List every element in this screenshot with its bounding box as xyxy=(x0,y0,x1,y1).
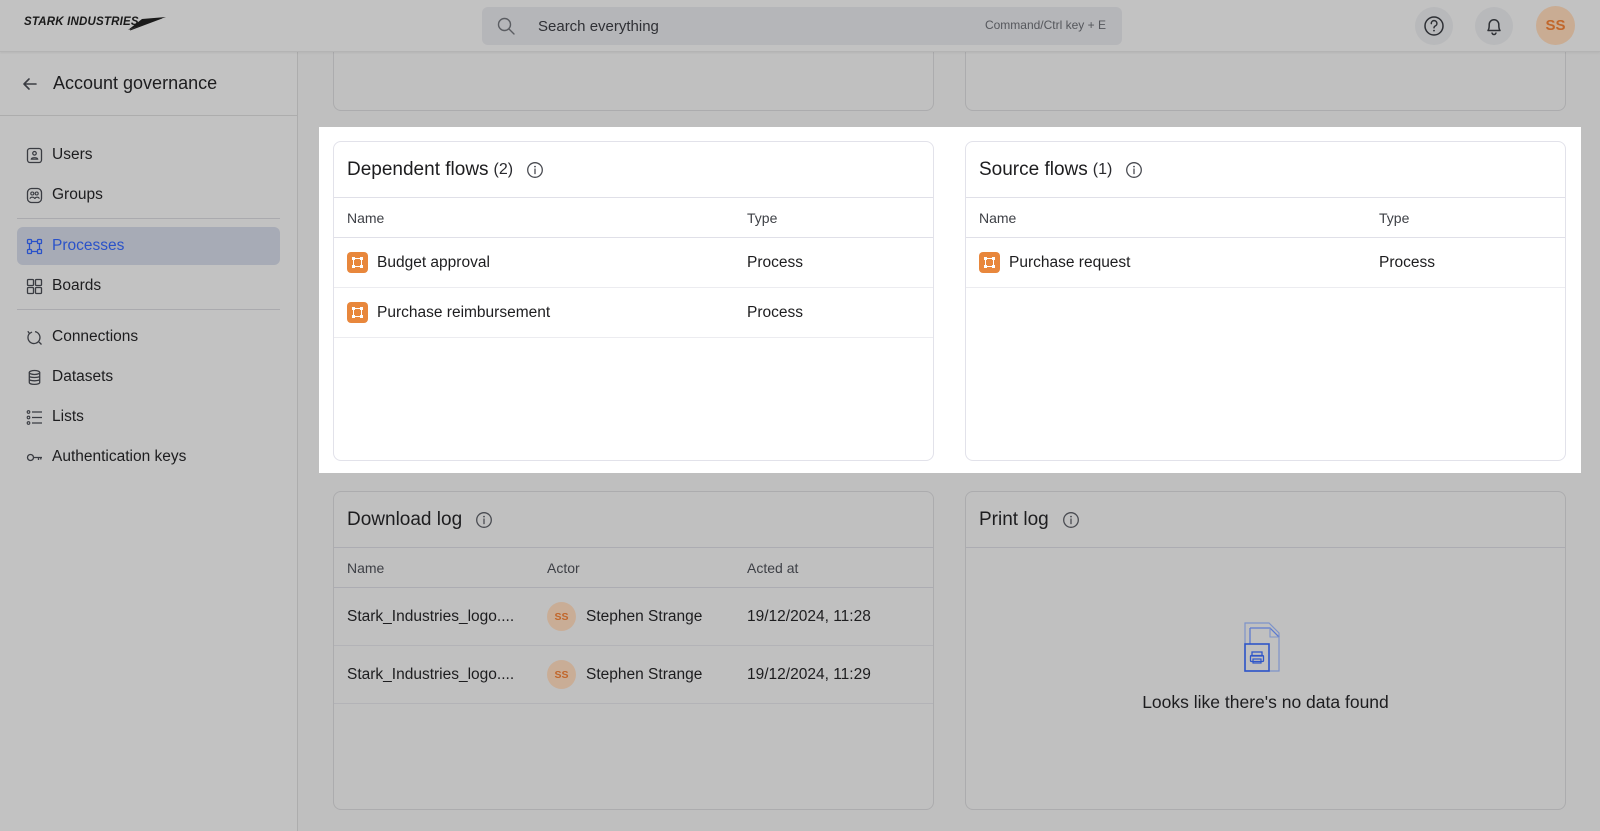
sidebar: Account governance Users Groups Processe… xyxy=(0,52,298,831)
column-header-actor[interactable]: Actor xyxy=(534,560,734,576)
sidebar-item-label: Processes xyxy=(52,237,125,254)
arrow-left-icon[interactable] xyxy=(20,74,40,94)
card-header: Print log xyxy=(966,492,1565,548)
info-icon[interactable] xyxy=(1062,511,1080,529)
info-icon[interactable] xyxy=(1125,161,1143,179)
sidebar-item-label: Authentication keys xyxy=(52,448,187,465)
card-title: Print log xyxy=(979,508,1049,530)
dependent-flows-card: Dependent flows (2) Name Type Budget app… xyxy=(333,141,934,461)
column-header-name[interactable]: Name xyxy=(334,210,734,226)
card-title: Download log xyxy=(347,508,463,530)
connection-icon xyxy=(25,328,43,346)
sidebar-item-label: Connections xyxy=(52,328,139,345)
logo-swoosh-icon xyxy=(128,17,166,31)
sidebar-item-connections[interactable]: Connections xyxy=(17,318,280,356)
empty-state: Looks like there's no data found xyxy=(966,622,1565,713)
database-icon xyxy=(25,368,43,386)
column-header-name[interactable]: Name xyxy=(966,210,1366,226)
sidebar-nav: Users Groups Processes Boards Connection… xyxy=(0,116,297,476)
flow-type: Process xyxy=(1379,253,1435,271)
process-nodes-icon xyxy=(25,237,43,255)
key-icon xyxy=(25,448,43,466)
table-row[interactable]: Purchase reimbursement Process xyxy=(334,288,933,338)
acted-at: 19/12/2024, 11:29 xyxy=(747,665,871,683)
print-log-card: Print log Looks like there's no data fou… xyxy=(965,491,1566,810)
card-title: Dependent flows xyxy=(347,158,489,180)
search-input[interactable] xyxy=(538,7,938,45)
info-icon[interactable] xyxy=(475,511,493,529)
top-bar: STARK INDUSTRIES Command/Ctrl key + E SS xyxy=(0,0,1600,52)
table-row[interactable]: Budget approval Process xyxy=(334,238,933,288)
table-header: Name Type xyxy=(334,198,933,238)
sidebar-item-users[interactable]: Users xyxy=(17,136,280,174)
source-flows-card: Source flows (1) Name Type Purchase requ… xyxy=(965,141,1566,461)
card-title: Source flows xyxy=(979,158,1088,180)
card-header: Dependent flows (2) xyxy=(334,142,933,198)
sidebar-item-boards[interactable]: Boards xyxy=(17,267,280,305)
sidebar-item-label: Boards xyxy=(52,277,102,294)
actor-avatar: SS xyxy=(547,602,576,631)
print-document-icon xyxy=(1243,622,1280,672)
sidebar-item-label: Users xyxy=(52,146,93,163)
card-count: (2) xyxy=(493,160,514,178)
process-icon xyxy=(979,252,1000,273)
table-row[interactable]: Purchase request Process xyxy=(966,238,1565,288)
actor-name: Stephen Strange xyxy=(586,607,703,625)
flow-name[interactable]: Budget approval xyxy=(377,254,490,272)
stark-industries-logo[interactable]: STARK INDUSTRIES xyxy=(24,15,169,33)
column-header-name[interactable]: Name xyxy=(334,560,534,576)
bell-icon xyxy=(1487,19,1501,36)
user-avatar[interactable]: SS xyxy=(1536,6,1575,45)
question-circle-icon xyxy=(1424,16,1444,36)
flow-name[interactable]: Purchase reimbursement xyxy=(377,304,550,322)
sidebar-item-authentication-keys[interactable]: Authentication keys xyxy=(17,438,280,476)
file-name[interactable]: Stark_Industries_logo.... xyxy=(334,666,534,684)
sidebar-item-label: Lists xyxy=(52,408,84,425)
search-icon xyxy=(497,17,515,35)
flow-type: Process xyxy=(747,253,803,271)
global-search[interactable]: Command/Ctrl key + E xyxy=(482,7,1122,45)
sidebar-item-lists[interactable]: Lists xyxy=(17,398,280,436)
sidebar-divider xyxy=(17,218,280,219)
process-icon xyxy=(347,302,368,323)
acted-at: 19/12/2024, 11:28 xyxy=(747,607,871,625)
card-count: (1) xyxy=(1092,160,1113,178)
actor-name: Stephen Strange xyxy=(586,665,703,683)
user-badge-icon xyxy=(25,146,43,164)
flow-name[interactable]: Purchase request xyxy=(1009,254,1131,272)
card-header: Download log xyxy=(334,492,933,548)
grid-icon xyxy=(25,277,43,295)
table-row[interactable]: Stark_Industries_logo.... SS Stephen Str… xyxy=(334,646,933,704)
sidebar-item-label: Groups xyxy=(52,186,103,203)
notifications-button[interactable] xyxy=(1475,7,1513,45)
process-icon xyxy=(347,252,368,273)
card-header: Source flows (1) xyxy=(966,142,1565,198)
help-button[interactable] xyxy=(1415,7,1453,45)
flow-type: Process xyxy=(747,303,803,321)
sidebar-item-datasets[interactable]: Datasets xyxy=(17,358,280,396)
column-header-type[interactable]: Type xyxy=(734,210,777,226)
sidebar-divider xyxy=(17,309,280,310)
table-header: Name Type xyxy=(966,198,1565,238)
table-header: Name Actor Acted at xyxy=(334,548,933,588)
list-icon xyxy=(25,408,43,426)
file-name[interactable]: Stark_Industries_logo.... xyxy=(334,608,534,626)
table-row[interactable]: Stark_Industries_logo.... SS Stephen Str… xyxy=(334,588,933,646)
empty-state-text: Looks like there's no data found xyxy=(1142,692,1389,712)
column-header-acted-at[interactable]: Acted at xyxy=(734,560,798,576)
actor-avatar: SS xyxy=(547,660,576,689)
group-badge-icon xyxy=(25,186,43,204)
sidebar-item-processes[interactable]: Processes xyxy=(17,227,280,265)
download-log-card: Download log Name Actor Acted at Stark_I… xyxy=(333,491,934,810)
info-icon[interactable] xyxy=(526,161,544,179)
sidebar-item-label: Datasets xyxy=(52,368,114,385)
column-header-type[interactable]: Type xyxy=(1366,210,1409,226)
search-shortcut-hint: Command/Ctrl key + E xyxy=(984,18,1106,32)
sidebar-item-groups[interactable]: Groups xyxy=(17,176,280,214)
sidebar-title: Account governance xyxy=(53,73,218,93)
sidebar-header: Account governance xyxy=(0,52,297,116)
